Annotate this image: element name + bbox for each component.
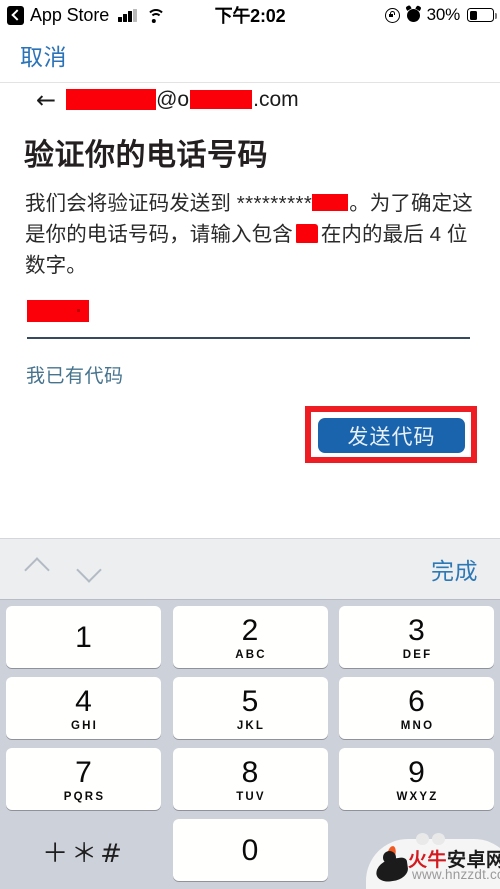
key-number: 8 bbox=[241, 755, 259, 789]
account-email: @o .com bbox=[66, 88, 299, 112]
key-letters: GHI bbox=[70, 719, 99, 732]
key-number: 9 bbox=[408, 755, 425, 789]
key-3[interactable]: 3 DEF bbox=[339, 606, 494, 668]
key-5[interactable]: 5 JKL bbox=[172, 677, 328, 739]
redaction-block-phone bbox=[312, 194, 349, 211]
key-letters: JKL bbox=[236, 719, 266, 732]
key-number: 4 bbox=[75, 684, 92, 718]
key-letters: ABC bbox=[235, 648, 267, 661]
numeric-keypad: 1 2 ABC 3 DEF 4 GHI 5 JKL 6 MNO 7 PQRS 8… bbox=[0, 600, 500, 889]
cancel-button[interactable]: 取消 bbox=[20, 38, 67, 72]
keyboard-nav-chevrons bbox=[26, 557, 102, 581]
keyboard-done-button[interactable]: 完成 bbox=[431, 552, 478, 586]
key-2[interactable]: 2 ABC bbox=[172, 606, 328, 668]
status-bar: App Store 下午2:02 30% bbox=[0, 0, 500, 30]
key-number: 0 bbox=[241, 834, 259, 867]
key-1[interactable]: 1 bbox=[6, 606, 161, 668]
key-number: 1 bbox=[75, 621, 92, 654]
instruction-segment-1: 我们会将验证码发送到 bbox=[25, 192, 237, 215]
key-letters: DEF bbox=[402, 648, 433, 661]
keyboard-accessory-bar: 完成 bbox=[0, 538, 500, 600]
instruction-text: 我们会将验证码发送到 ********* 。为了确定这是你的电话号码，请输入包含在… bbox=[25, 188, 477, 281]
redaction-block-input-value bbox=[27, 300, 89, 322]
chevron-down-icon[interactable] bbox=[78, 557, 102, 581]
masked-phone-stars: ********* bbox=[236, 192, 313, 215]
key-letters: MNO bbox=[400, 719, 435, 732]
battery-percent-label: 30% bbox=[426, 5, 461, 24]
chevron-up-icon[interactable] bbox=[26, 557, 50, 581]
redaction-block-domain bbox=[190, 90, 253, 109]
phone-screen: App Store 下午2:02 30% 取消 ← @o .com 验证你的电话… bbox=[0, 0, 500, 889]
send-code-button[interactable]: 发送代码 bbox=[318, 418, 465, 453]
key-number: 5 bbox=[241, 684, 259, 718]
email-tld-fragment: .com bbox=[253, 87, 299, 111]
keypad-row: 1 2 ABC 3 DEF bbox=[6, 606, 494, 668]
rotation-lock-icon bbox=[384, 7, 400, 23]
email-at-fragment: @o bbox=[156, 87, 190, 111]
key-8[interactable]: 8 TUV bbox=[172, 748, 328, 810]
keypad-row: 7 PQRS 8 TUV 9 WXYZ bbox=[6, 748, 494, 810]
key-number: 7 bbox=[75, 755, 92, 789]
battery-icon bbox=[467, 8, 497, 22]
key-4[interactable]: 4 GHI bbox=[6, 677, 161, 739]
have-code-link[interactable]: 我已有代码 bbox=[26, 361, 124, 388]
key-number: 2 bbox=[241, 613, 259, 647]
key-letters: TUV bbox=[236, 790, 266, 803]
key-7[interactable]: 7 PQRS bbox=[6, 748, 161, 810]
back-arrow-icon[interactable]: ← bbox=[36, 88, 56, 112]
key-number: 6 bbox=[408, 684, 425, 718]
account-bar: ← @o .com bbox=[0, 82, 500, 116]
alarm-clock-icon bbox=[406, 8, 420, 22]
key-number: 3 bbox=[408, 613, 425, 647]
redaction-block-digits bbox=[295, 224, 318, 243]
page-title: 验证你的电话号码 bbox=[24, 139, 268, 172]
phone-digits-input[interactable] bbox=[27, 300, 470, 340]
key-0[interactable]: 0 bbox=[172, 819, 328, 881]
key-9[interactable]: 9 WXYZ bbox=[339, 748, 494, 810]
key-letters: PQRS bbox=[63, 790, 106, 803]
key-symbols[interactable]: ＋＊# bbox=[6, 819, 161, 881]
key-symbol-label: ＋＊# bbox=[42, 838, 125, 869]
keypad-row: 4 GHI 5 JKL 6 MNO bbox=[6, 677, 494, 739]
redaction-block-username bbox=[66, 89, 157, 110]
status-bar-right: 30% bbox=[384, 5, 497, 25]
key-6[interactable]: 6 MNO bbox=[339, 677, 494, 739]
key-empty-right bbox=[339, 819, 494, 881]
key-letters: WXYZ bbox=[396, 790, 439, 803]
keypad-row: ＋＊# 0 bbox=[6, 819, 494, 881]
input-underline bbox=[27, 337, 470, 339]
